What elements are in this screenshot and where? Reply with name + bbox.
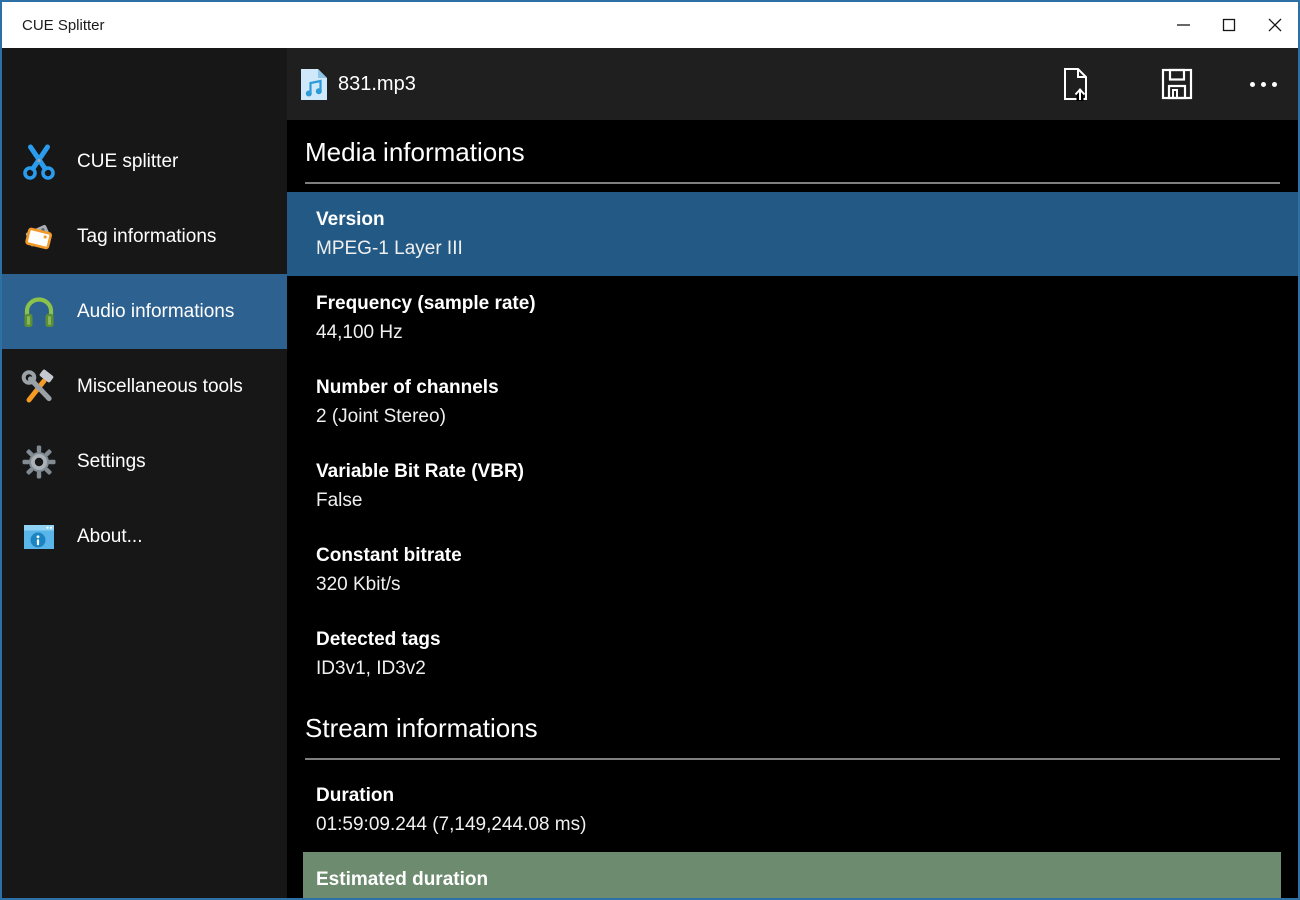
row-value: 2 (Joint Stereo): [316, 402, 1298, 431]
row-label: Estimated duration: [316, 865, 1281, 894]
stream-info-rows: Duration 01:59:09.244 (7,149,244.08 ms) …: [287, 768, 1298, 898]
sidebar-item-label: CUE splitter: [77, 151, 178, 173]
gear-icon: [21, 444, 57, 480]
info-row-frequency[interactable]: Frequency (sample rate) 44,100 Hz: [287, 276, 1298, 360]
row-value: 01:59:09.244 (7,149,244.08 ms): [316, 810, 1298, 839]
section-title-stream: Stream informations: [305, 708, 1298, 748]
row-label: Number of channels: [316, 373, 1298, 402]
headphones-icon: [21, 294, 57, 330]
sidebar-item-about[interactable]: About...: [2, 499, 287, 574]
app-body: CUE splitter: [2, 48, 1298, 898]
info-row-vbr[interactable]: Variable Bit Rate (VBR) False: [287, 444, 1298, 528]
close-icon: [1252, 2, 1298, 48]
info-panel: Media informations Version MPEG-1 Layer …: [287, 120, 1298, 898]
sidebar-item-label: Tag informations: [77, 226, 216, 248]
open-file-button[interactable]: [1056, 64, 1096, 104]
more-button[interactable]: [1243, 64, 1283, 104]
row-label: Duration: [316, 781, 1298, 810]
row-value: ID3v1, ID3v2: [316, 654, 1298, 683]
info-row-duration[interactable]: Duration 01:59:09.244 (7,149,244.08 ms): [287, 768, 1298, 852]
sidebar-item-settings[interactable]: Settings: [2, 424, 287, 499]
sidebar-item-label: Audio informations: [77, 301, 234, 323]
sidebar-item-label: Miscellaneous tools: [77, 376, 243, 398]
title-bar: CUE Splitter: [2, 2, 1298, 48]
maximize-button[interactable]: [1206, 2, 1252, 48]
minimize-icon: [1160, 2, 1206, 48]
row-label: Variable Bit Rate (VBR): [316, 457, 1298, 486]
sidebar-item-miscellaneous-tools[interactable]: Miscellaneous tools: [2, 349, 287, 424]
minimize-button[interactable]: [1160, 2, 1206, 48]
row-label: Detected tags: [316, 625, 1298, 654]
info-row-estimated-duration[interactable]: Estimated duration: [303, 852, 1281, 898]
window-title: CUE Splitter: [22, 17, 105, 34]
loaded-filename: 831.mp3: [338, 73, 416, 96]
save-button[interactable]: [1157, 64, 1197, 104]
sidebar-item-cue-splitter[interactable]: CUE splitter: [2, 124, 287, 199]
section-separator: [305, 758, 1280, 760]
music-file-icon: [300, 68, 328, 101]
scissors-icon: [21, 144, 57, 180]
tools-icon: [21, 369, 57, 405]
row-value: False: [316, 486, 1298, 515]
row-value: MPEG-1 Layer III: [316, 234, 1298, 263]
info-row-version[interactable]: Version MPEG-1 Layer III: [287, 192, 1298, 276]
save-icon: [1160, 67, 1194, 101]
app-window: CUE Splitter: [0, 0, 1300, 900]
info-row-channels[interactable]: Number of channels 2 (Joint Stereo): [287, 360, 1298, 444]
maximize-icon: [1206, 2, 1252, 48]
sidebar-item-tag-informations[interactable]: Tag informations: [2, 199, 287, 274]
open-file-icon: [1059, 66, 1093, 102]
row-label: Constant bitrate: [316, 541, 1298, 570]
row-label: Version: [316, 205, 1298, 234]
file-header-bar: 831.mp3: [287, 48, 1298, 120]
section-title-media: Media informations: [305, 132, 1298, 172]
content-area: 831.mp3: [287, 48, 1298, 898]
sidebar-item-label: Settings: [77, 451, 146, 473]
row-value: 44,100 Hz: [316, 318, 1298, 347]
tags-icon: [21, 219, 57, 255]
row-label: Frequency (sample rate): [316, 289, 1298, 318]
sidebar-nav: CUE splitter: [2, 124, 287, 574]
section-separator: [305, 182, 1280, 184]
media-info-rows: Version MPEG-1 Layer III Frequency (samp…: [287, 192, 1298, 696]
hamburger-zone: [2, 48, 287, 120]
info-row-detected-tags[interactable]: Detected tags ID3v1, ID3v2: [287, 612, 1298, 696]
sidebar-item-label: About...: [77, 526, 143, 548]
sidebar: CUE splitter: [2, 48, 287, 898]
close-button[interactable]: [1252, 2, 1298, 48]
info-row-constant-bitrate[interactable]: Constant bitrate 320 Kbit/s: [287, 528, 1298, 612]
row-value: 320 Kbit/s: [316, 570, 1298, 599]
about-icon: [21, 519, 57, 555]
sidebar-item-audio-informations[interactable]: Audio informations: [2, 274, 287, 349]
ellipsis-icon: [1250, 82, 1277, 87]
